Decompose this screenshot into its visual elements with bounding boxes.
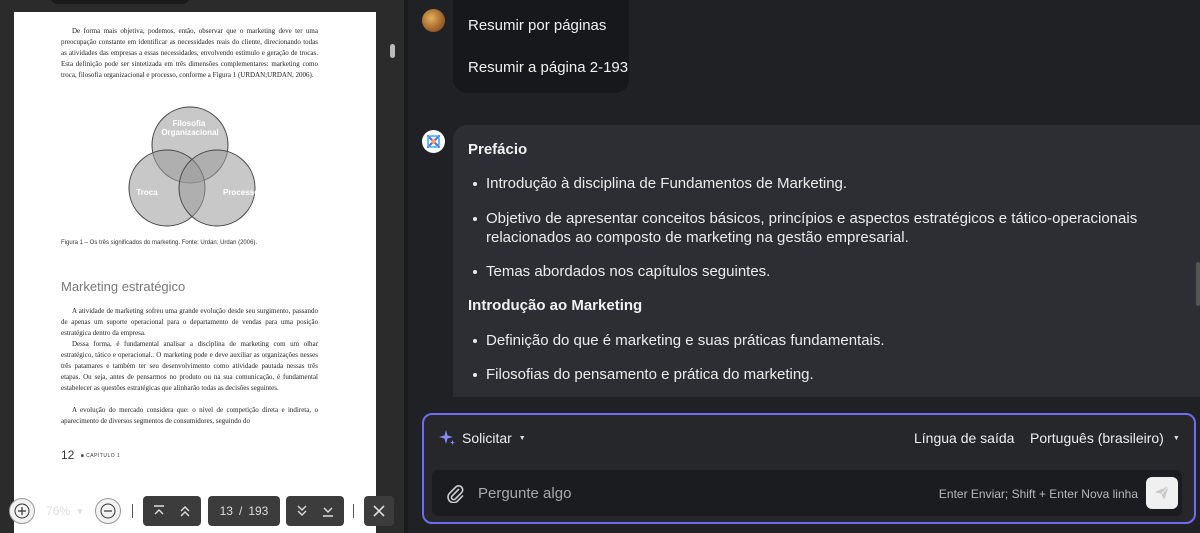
first-page-icon	[154, 505, 164, 515]
pdf-paragraph: A atividade de marketing sofreu uma gran…	[61, 307, 318, 337]
chapter-label: ■ CAPÍTULO 1	[80, 452, 121, 459]
assistant-message: Prefácio Introdução à disciplina de Fund…	[453, 125, 1200, 397]
pdf-paragraph: Dessa forma, é fundamental analisar a di…	[61, 340, 318, 392]
pdf-paragraph: A evolução do mercado considera que: o n…	[61, 406, 318, 425]
next-page-button[interactable]	[290, 496, 314, 526]
zoom-select[interactable]: 76% ▼	[42, 496, 88, 526]
zoom-value: 76%	[46, 504, 71, 518]
nav-group-up	[143, 496, 201, 526]
chevron-down-icon: ▼	[1172, 434, 1180, 442]
zoom-out-button[interactable]	[95, 498, 121, 524]
current-page: 13	[219, 504, 233, 518]
composer-options: Solicitar ▼ Língua de saída Português (b…	[424, 415, 1194, 461]
toolbar-divider	[353, 504, 354, 518]
page-number: 12	[61, 448, 75, 462]
first-page-button[interactable]	[147, 496, 171, 526]
double-chevron-down-icon	[297, 505, 307, 516]
prompt-select-label: Solicitar	[462, 430, 512, 446]
response-list-item: Objetivo de apresentar conceitos básicos…	[473, 209, 1146, 247]
zoom-in-button[interactable]	[9, 498, 35, 524]
response-list-item: Introdução à disciplina de Fundamentos d…	[473, 174, 1146, 193]
chevron-down-icon: ▼	[518, 434, 526, 442]
attach-button[interactable]	[445, 483, 465, 508]
toolbar-divider	[132, 504, 133, 518]
assistant-logo-icon	[422, 130, 445, 153]
paperclip-icon	[447, 485, 464, 504]
nav-group-down	[286, 496, 344, 526]
venn-diagram: Filosofia Organizacional Troca Processo	[128, 106, 259, 227]
chat-scrollbar[interactable]	[1196, 262, 1200, 306]
viewer-top-tab	[50, 0, 190, 4]
pdf-paragraph: De forma mais objetiva, podemos, então, …	[61, 27, 318, 79]
pdf-scrollbar[interactable]	[390, 44, 395, 58]
user-message-line: Resumir a página 2-193	[468, 59, 629, 76]
plus-icon	[14, 503, 30, 519]
close-icon	[364, 496, 394, 526]
language-select[interactable]: Português (brasileiro) ▼	[1030, 430, 1180, 446]
page-indicator[interactable]: 13 / 193	[208, 496, 280, 526]
pdf-viewer[interactable]: De forma mais objetiva, podemos, então, …	[0, 0, 404, 533]
prompt-select[interactable]: Solicitar ▼	[438, 429, 526, 447]
section-title: Marketing estratégico	[61, 279, 186, 294]
chat-input-placeholder: Pergunte algo	[478, 485, 572, 502]
prompt-composer: Solicitar ▼ Língua de saída Português (b…	[422, 413, 1196, 524]
language-select-value: Português (brasileiro)	[1030, 430, 1164, 446]
minus-icon	[100, 503, 116, 519]
venn-label-right: Processo	[223, 188, 259, 197]
response-list-item: Definição do que é marketing e suas prát…	[473, 331, 1146, 350]
user-avatar	[422, 9, 445, 32]
response-list-item: Temas abordados nos capítulos seguintes.	[473, 262, 1146, 281]
page-indicator-text: 13 / 193	[208, 496, 280, 526]
previous-page-button[interactable]	[173, 496, 197, 526]
response-heading: Introdução ao Marketing	[468, 297, 643, 314]
send-button[interactable]	[1146, 477, 1178, 509]
keyboard-hint: Enter Enviar; Shift + Enter Nova linha	[938, 487, 1138, 501]
assistant-avatar	[422, 130, 445, 153]
response-heading: Prefácio	[468, 141, 528, 158]
total-pages: 193	[248, 504, 269, 518]
chat-input[interactable]: Pergunte algo Enter Enviar; Shift + Ente…	[432, 470, 1182, 516]
figure-caption: Figura 1 – Os três significados do marke…	[61, 240, 258, 246]
page-separator: /	[238, 504, 243, 518]
last-page-button[interactable]	[316, 496, 340, 526]
output-language-label: Língua de saída	[914, 430, 1015, 446]
pdf-toolbar: 76% ▼ 13 / 193	[0, 496, 400, 526]
response-list-item: Filosofias do pensamento e prática do ma…	[473, 365, 1146, 384]
last-page-icon	[323, 507, 333, 517]
send-icon	[1155, 485, 1170, 500]
user-message-line: Resumir por páginas	[468, 17, 607, 34]
chat-panel: Resumir por páginas Resumir a página 2-1…	[408, 0, 1200, 533]
sparkle-icon	[439, 430, 455, 445]
close-viewer-button[interactable]	[364, 496, 394, 526]
pdf-page: De forma mais objetiva, podemos, então, …	[14, 12, 376, 533]
page-folio: 12 ■ CAPÍTULO 1	[61, 448, 120, 462]
user-message: Resumir por páginas Resumir a página 2-1…	[453, 0, 629, 93]
venn-label-left: Troca	[136, 188, 158, 197]
chevron-down-icon: ▼	[76, 506, 84, 516]
double-chevron-up-icon	[180, 506, 190, 517]
